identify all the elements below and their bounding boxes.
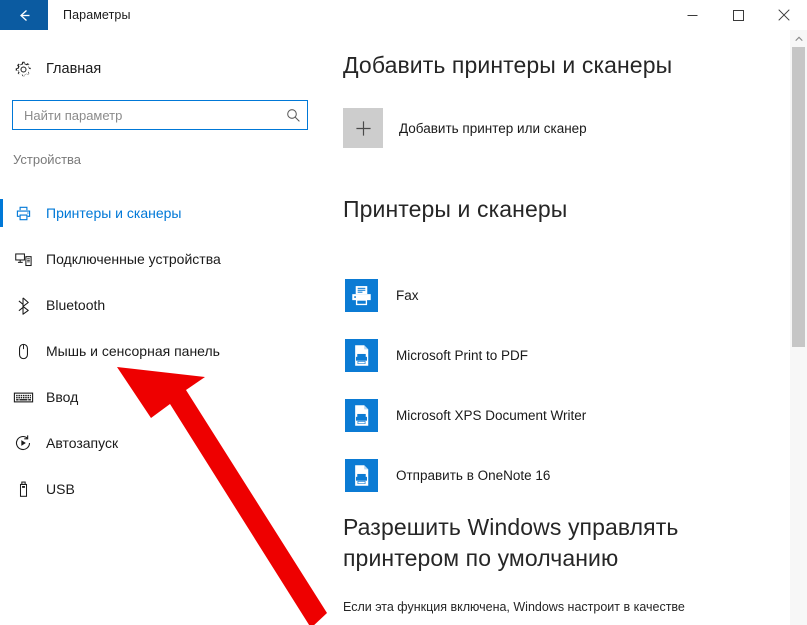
close-button[interactable] <box>761 0 807 30</box>
main-content: Добавить принтеры и сканеры Добавить при… <box>325 30 782 625</box>
autoplay-icon <box>0 420 46 466</box>
plus-icon <box>343 108 383 148</box>
mouse-icon <box>0 328 46 374</box>
content-scrollbar[interactable] <box>790 30 807 625</box>
sidebar-group-label: Устройства <box>13 152 82 167</box>
sidebar-item-typing[interactable]: Ввод <box>0 374 325 420</box>
sidebar-item-label: Ввод <box>46 389 79 405</box>
usb-icon <box>0 466 46 512</box>
sidebar-home-label: Главная <box>46 61 102 77</box>
close-icon <box>778 9 790 21</box>
printer-list-item[interactable]: Microsoft Print to PDF <box>345 339 528 372</box>
printer-name: Microsoft Print to PDF <box>396 348 529 363</box>
sidebar-item-autoplay[interactable]: Автозапуск <box>0 420 325 466</box>
sidebar-item-label: Подключенные устройства <box>46 251 221 267</box>
maximize-icon <box>732 9 744 21</box>
sidebar: Главная Устройства <box>0 30 325 625</box>
sidebar-item-usb[interactable]: USB <box>0 466 325 512</box>
document-printer-icon <box>345 459 378 492</box>
add-printer-button[interactable]: Добавить принтер или сканер <box>343 108 587 148</box>
fax-printer-icon <box>345 279 378 312</box>
keyboard-icon <box>0 374 46 420</box>
search-icon[interactable] <box>279 108 307 123</box>
add-printers-heading: Добавить принтеры и сканеры <box>343 52 673 78</box>
minimize-button[interactable] <box>669 0 715 30</box>
back-arrow-icon <box>19 9 29 21</box>
sidebar-item-label: Автозапуск <box>46 435 119 451</box>
printer-name: Microsoft XPS Document Writer <box>396 408 587 423</box>
sidebar-item-label: Принтеры и сканеры <box>46 205 182 221</box>
add-printer-label: Добавить принтер или сканер <box>399 120 587 136</box>
back-button[interactable] <box>0 0 48 30</box>
sidebar-item-mouse-and-touchpad[interactable]: Мышь и сенсорная панель <box>0 328 325 374</box>
minimize-icon <box>687 14 697 16</box>
sidebar-item-label: Bluetooth <box>46 297 106 313</box>
default-printer-description: Если эта функция включена, Windows настр… <box>343 600 685 614</box>
sidebar-item-bluetooth[interactable]: Bluetooth <box>0 282 325 328</box>
printers-heading: Принтеры и сканеры <box>343 196 568 222</box>
title-bar: Параметры <box>0 0 807 30</box>
printer-name: Fax <box>396 288 419 303</box>
connected-devices-icon <box>0 236 46 282</box>
settings-window: Параметры Главная Найти параметр Устройс… <box>0 0 807 625</box>
sidebar-item-connected-devices[interactable]: Подключенные устройства <box>0 236 325 282</box>
window-title: Параметры <box>63 8 131 22</box>
printer-list-item[interactable]: Отправить в OneNote 16 <box>345 459 550 492</box>
sidebar-item-printers-and-scanners[interactable]: Принтеры и сканеры <box>0 190 325 236</box>
sidebar-item-label: USB <box>46 481 75 497</box>
sidebar-item-label: Мышь и сенсорная панель <box>46 343 220 359</box>
search-input[interactable] <box>13 101 279 129</box>
maximize-button[interactable] <box>715 0 761 30</box>
selection-indicator <box>0 199 3 227</box>
chevron-up-icon <box>794 36 803 41</box>
gear-icon <box>0 60 46 79</box>
scrollbar-up-button[interactable] <box>790 30 807 47</box>
printer-list-item[interactable]: Microsoft XPS Document Writer <box>345 399 586 432</box>
default-printer-heading: Разрешить Windows управлять принтером по… <box>343 514 679 572</box>
window-controls <box>669 0 807 30</box>
document-printer-icon <box>345 339 378 372</box>
printer-list-item[interactable]: Fax <box>345 279 419 312</box>
sidebar-item-home[interactable]: Главная <box>0 52 325 86</box>
sidebar-nav: Принтеры и сканеры Подключенные устройст… <box>0 190 325 512</box>
document-printer-icon <box>345 399 378 432</box>
printer-name: Отправить в OneNote 16 <box>396 468 551 483</box>
scrollbar-thumb[interactable] <box>792 47 805 347</box>
search-box[interactable] <box>12 100 308 130</box>
printer-icon <box>0 190 46 236</box>
bluetooth-icon <box>0 282 46 328</box>
